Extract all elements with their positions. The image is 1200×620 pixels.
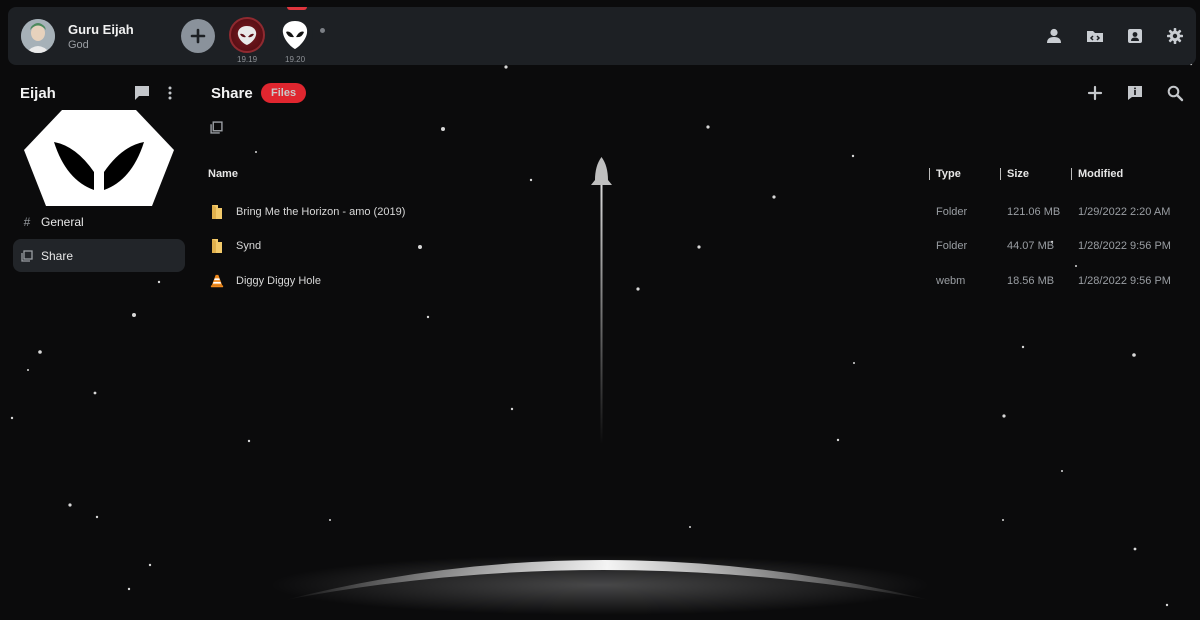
column-header-name[interactable]: Name [208,168,238,180]
user-avatar[interactable] [21,19,55,53]
search-icon[interactable] [1165,83,1185,103]
contact-card-icon[interactable] [1125,26,1145,46]
server-title: Eijah [20,85,56,102]
share-list-icon[interactable] [210,121,223,134]
share-list-icon [13,249,41,262]
channel-general[interactable]: # General [13,205,185,238]
file-row[interactable]: Bring Me the Horizon - amo (2019) Folder… [206,198,1186,228]
column-divider[interactable] [1000,168,1001,180]
folder-icon [212,239,222,253]
server-banner-image [24,110,174,206]
top-bar: Guru Eijah God 19.19 19.20 [8,7,1196,65]
column-header-type[interactable]: Type [936,168,961,180]
server-white-alien[interactable] [277,17,313,53]
folder-code-icon[interactable] [1085,26,1105,46]
column-divider[interactable] [929,168,930,180]
file-type: Folder [936,206,968,218]
alien-icon [282,21,308,49]
rocket-icon [591,157,612,185]
person-icon[interactable] [1044,26,1064,46]
file-size: 18.56 MB [1007,275,1055,287]
server-version-label: 19.19 [237,55,258,64]
column-divider[interactable] [1071,168,1072,180]
file-modified: 1/28/2022 9:56 PM [1078,240,1171,252]
alien-icon [237,26,257,45]
channel-share[interactable]: Share [13,239,185,272]
file-size: 121.06 MB [1007,206,1061,218]
file-type: Folder [936,240,968,252]
file-type: webm [936,275,966,287]
file-modified: 1/29/2022 2:20 AM [1078,206,1171,218]
file-size: 44.07 MB [1007,240,1055,252]
add-server-button[interactable] [181,19,215,53]
user-role: God [68,39,89,51]
channel-title: Share [211,85,253,102]
space-background [10,24,1193,615]
file-name: Synd [236,240,262,252]
more-vertical-icon[interactable] [161,84,179,102]
more-servers-dot [320,28,325,33]
file-name: Diggy Diggy Hole [236,275,321,287]
files-badge[interactable]: Files [261,83,307,103]
channel-label: General [41,214,84,229]
server-notification-indicator [287,7,307,10]
plus-icon[interactable] [1085,83,1105,103]
hash-icon: # [23,214,31,229]
vlc-cone-icon [210,274,224,288]
info-icon[interactable] [1125,83,1145,103]
channel-label: Share [41,248,74,263]
server-version-label: 19.20 [285,55,306,64]
column-header-size[interactable]: Size [1007,168,1029,180]
user-name: Guru Eijah [68,22,134,37]
file-modified: 1/28/2022 9:56 PM [1078,275,1171,287]
chat-bubble-icon[interactable] [133,84,151,102]
server-red-alien[interactable] [229,17,265,53]
folder-icon [212,205,222,219]
column-header-modified[interactable]: Modified [1078,168,1123,180]
plus-icon [190,28,206,44]
gear-icon[interactable] [1165,26,1185,46]
file-name: Bring Me the Horizon - amo (2019) [236,206,406,218]
file-row[interactable]: Synd Folder 44.07 MB 1/28/2022 9:56 PM [206,232,1186,262]
file-row[interactable]: Diggy Diggy Hole webm 18.56 MB 1/28/2022… [206,267,1186,297]
